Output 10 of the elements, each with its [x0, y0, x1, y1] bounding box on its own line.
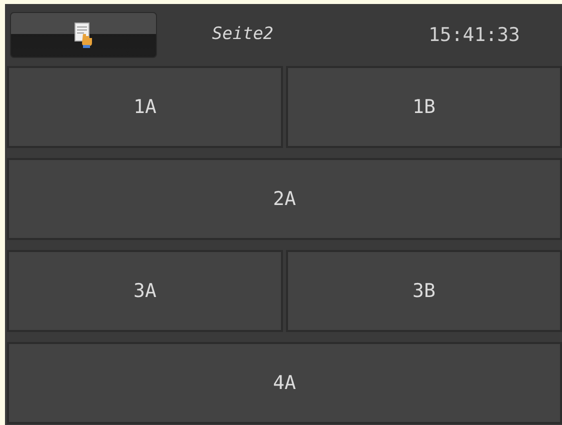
menu-button[interactable]: [10, 12, 157, 58]
grid-button[interactable]: 1B: [286, 66, 562, 148]
grid-button[interactable]: 1A: [7, 66, 283, 148]
grid-button[interactable]: 3B: [286, 250, 562, 332]
grid-button[interactable]: 2A: [7, 158, 562, 240]
page-title: Seite2: [212, 23, 274, 46]
document-hand-icon: [74, 22, 94, 48]
grid-button[interactable]: 4A: [7, 342, 562, 424]
clock: 15:41:33: [428, 22, 520, 48]
grid-button[interactable]: 3A: [7, 250, 283, 332]
